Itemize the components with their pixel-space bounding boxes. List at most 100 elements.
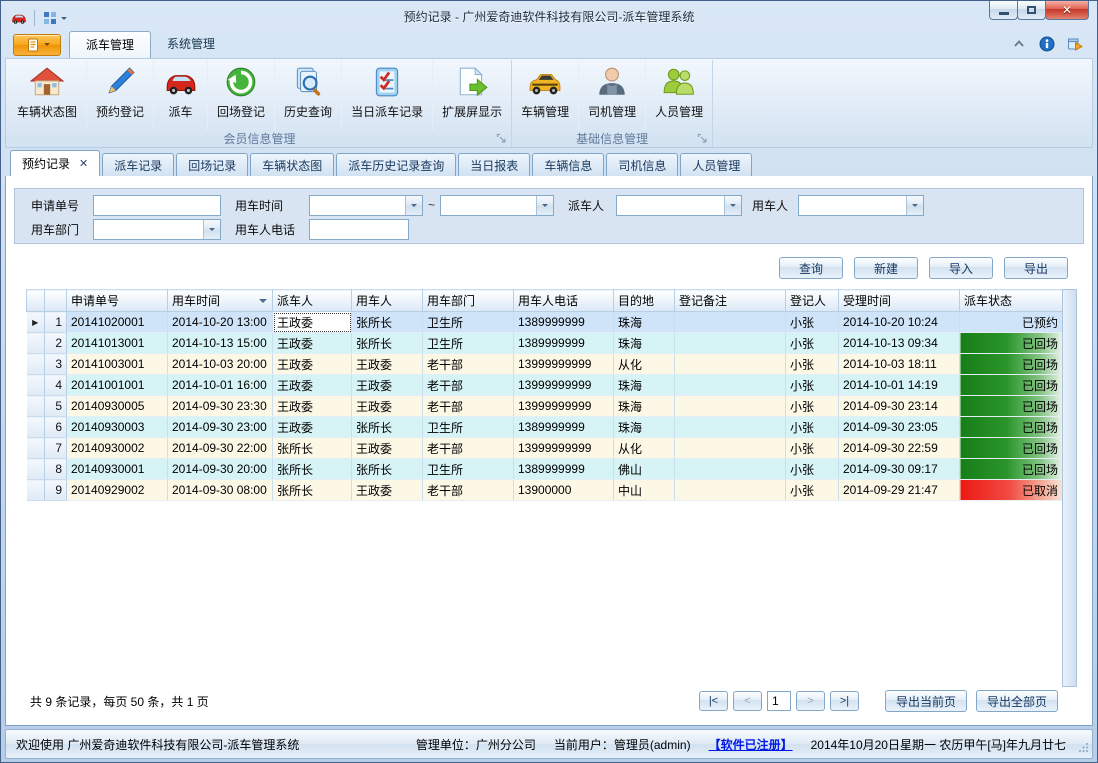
use-time-from-combo[interactable] (309, 195, 423, 216)
cell-用车人电话[interactable]: 13900000 (514, 480, 614, 501)
cell-派车人[interactable]: 张所长 (273, 480, 352, 501)
page-number-input[interactable] (767, 691, 791, 711)
cell-受理时间[interactable]: 2014-10-13 09:34 (839, 333, 960, 354)
cell-派车人[interactable]: 张所长 (273, 438, 352, 459)
cell-申请单号[interactable]: 20141003001 (67, 354, 168, 375)
cell-用车人电话[interactable]: 1389999999 (514, 459, 614, 480)
application-menu-button[interactable] (13, 34, 61, 56)
cell-受理时间[interactable]: 2014-09-30 22:59 (839, 438, 960, 459)
cell-用车时间[interactable]: 2014-10-20 13:00 (168, 312, 273, 333)
column-header-登记人[interactable]: 登记人 (786, 290, 839, 312)
cell-登记备注[interactable] (675, 396, 786, 417)
close-button[interactable]: ✕ (1045, 1, 1089, 20)
filter-caret-icon[interactable] (259, 299, 267, 307)
table-row[interactable]: 7201409300022014-09-30 22:00张所长王政委老干部139… (27, 438, 1063, 459)
cell-用车人电话[interactable]: 1389999999 (514, 333, 614, 354)
cell-派车状态[interactable]: 已回场 (960, 438, 1063, 459)
cell-登记人[interactable]: 小张 (786, 396, 839, 417)
doc-tab-车辆信息[interactable]: 车辆信息 (532, 153, 604, 176)
department-combo[interactable] (93, 219, 221, 240)
cell-登记人[interactable]: 小张 (786, 417, 839, 438)
cell-用车时间[interactable]: 2014-10-01 16:00 (168, 375, 273, 396)
cell-派车人[interactable]: 张所长 (273, 459, 352, 480)
cell-用车人电话[interactable]: 13999999999 (514, 438, 614, 459)
cell-派车状态[interactable]: 已取消 (960, 480, 1063, 501)
cell-受理时间[interactable]: 2014-10-01 14:19 (839, 375, 960, 396)
doc-tab-派车历史记录查询[interactable]: 派车历史记录查询 (336, 153, 456, 176)
column-header-受理时间[interactable]: 受理时间 (839, 290, 960, 312)
doc-tab-车辆状态图[interactable]: 车辆状态图 (250, 153, 334, 176)
cell-用车部门[interactable]: 卫生所 (423, 459, 514, 480)
ribbon-button-车辆管理[interactable]: 车辆管理 (512, 60, 578, 130)
cell-用车人电话[interactable]: 1389999999 (514, 312, 614, 333)
cell-目的地[interactable]: 珠海 (614, 312, 675, 333)
cell-登记人[interactable]: 小张 (786, 480, 839, 501)
export-button[interactable]: 导出 (1004, 257, 1068, 279)
doc-tab-派车记录[interactable]: 派车记录 (102, 153, 174, 176)
ribbon-button-扩展屏显示[interactable]: 扩展屏显示 (432, 60, 511, 130)
cell-登记人[interactable]: 小张 (786, 459, 839, 480)
cell-目的地[interactable]: 珠海 (614, 375, 675, 396)
table-row[interactable]: 4201410010012014-10-01 16:00王政委王政委老干部139… (27, 375, 1063, 396)
table-row[interactable]: 3201410030012014-10-03 20:00王政委王政委老干部139… (27, 354, 1063, 375)
cell-用车人电话[interactable]: 13999999999 (514, 396, 614, 417)
cell-用车时间[interactable]: 2014-09-30 23:00 (168, 417, 273, 438)
create-button[interactable]: 新建 (854, 257, 918, 279)
cell-派车人[interactable]: 王政委 (273, 396, 352, 417)
table-row[interactable]: 2201410130012014-10-13 15:00王政委张所长卫生所138… (27, 333, 1063, 354)
cell-用车人[interactable]: 王政委 (352, 438, 423, 459)
table-row[interactable]: 6201409300032014-09-30 23:00王政委张所长卫生所138… (27, 417, 1063, 438)
cell-用车人[interactable]: 张所长 (352, 417, 423, 438)
import-button[interactable]: 导入 (929, 257, 993, 279)
cell-登记备注[interactable] (675, 375, 786, 396)
cell-登记备注[interactable] (675, 459, 786, 480)
cell-登记备注[interactable] (675, 312, 786, 333)
column-header-派车状态[interactable]: 派车状态 (960, 290, 1063, 312)
cell-用车人[interactable]: 王政委 (352, 396, 423, 417)
export-all-pages-button[interactable]: 导出全部页 (976, 690, 1058, 712)
cell-登记人[interactable]: 小张 (786, 375, 839, 396)
cell-目的地[interactable]: 珠海 (614, 333, 675, 354)
table-row[interactable]: 5201409300052014-09-30 23:30王政委王政委老干部139… (27, 396, 1063, 417)
ribbon-button-人员管理[interactable]: 人员管理 (645, 60, 712, 130)
cell-用车部门[interactable]: 卫生所 (423, 312, 514, 333)
cell-登记备注[interactable] (675, 480, 786, 501)
minimize-button[interactable] (989, 1, 1018, 20)
column-header-申请单号[interactable]: 申请单号 (67, 290, 168, 312)
cell-派车状态[interactable]: 已回场 (960, 459, 1063, 480)
info-icon[interactable] (1039, 36, 1055, 52)
column-header-目的地[interactable]: 目的地 (614, 290, 675, 312)
cell-受理时间[interactable]: 2014-09-30 23:05 (839, 417, 960, 438)
close-tab-icon[interactable]: ✕ (79, 157, 88, 170)
cell-申请单号[interactable]: 20140930005 (67, 396, 168, 417)
table-row[interactable]: ▶1201410200012014-10-20 13:00王政委张所长卫生所13… (27, 312, 1063, 333)
cell-受理时间[interactable]: 2014-09-29 21:47 (839, 480, 960, 501)
cell-用车人[interactable]: 王政委 (352, 354, 423, 375)
cell-申请单号[interactable]: 20140929002 (67, 480, 168, 501)
cell-目的地[interactable]: 珠海 (614, 417, 675, 438)
cell-目的地[interactable]: 佛山 (614, 459, 675, 480)
cell-派车人[interactable]: 王政委 (273, 312, 352, 333)
doc-tab-预约记录[interactable]: 预约记录✕ (10, 150, 100, 176)
cell-派车人[interactable]: 王政委 (273, 354, 352, 375)
export-current-page-button[interactable]: 导出当前页 (885, 690, 967, 712)
cell-用车时间[interactable]: 2014-09-30 22:00 (168, 438, 273, 459)
cell-受理时间[interactable]: 2014-09-30 09:17 (839, 459, 960, 480)
doc-tab-司机信息[interactable]: 司机信息 (606, 153, 678, 176)
cell-用车人电话[interactable]: 1389999999 (514, 417, 614, 438)
cell-用车部门[interactable]: 老干部 (423, 396, 514, 417)
ribbon-button-司机管理[interactable]: 司机管理 (578, 60, 645, 130)
cell-用车部门[interactable]: 卫生所 (423, 417, 514, 438)
first-page-button[interactable]: |< (699, 691, 728, 711)
user-combo[interactable] (798, 195, 924, 216)
cell-派车人[interactable]: 王政委 (273, 417, 352, 438)
query-button[interactable]: 查询 (779, 257, 843, 279)
cell-用车时间[interactable]: 2014-10-13 15:00 (168, 333, 273, 354)
cell-目的地[interactable]: 从化 (614, 438, 675, 459)
cell-用车部门[interactable]: 老干部 (423, 375, 514, 396)
cell-用车时间[interactable]: 2014-09-30 20:00 (168, 459, 273, 480)
cell-派车人[interactable]: 王政委 (273, 333, 352, 354)
cell-用车时间[interactable]: 2014-10-03 20:00 (168, 354, 273, 375)
cell-用车部门[interactable]: 老干部 (423, 354, 514, 375)
cell-登记人[interactable]: 小张 (786, 333, 839, 354)
